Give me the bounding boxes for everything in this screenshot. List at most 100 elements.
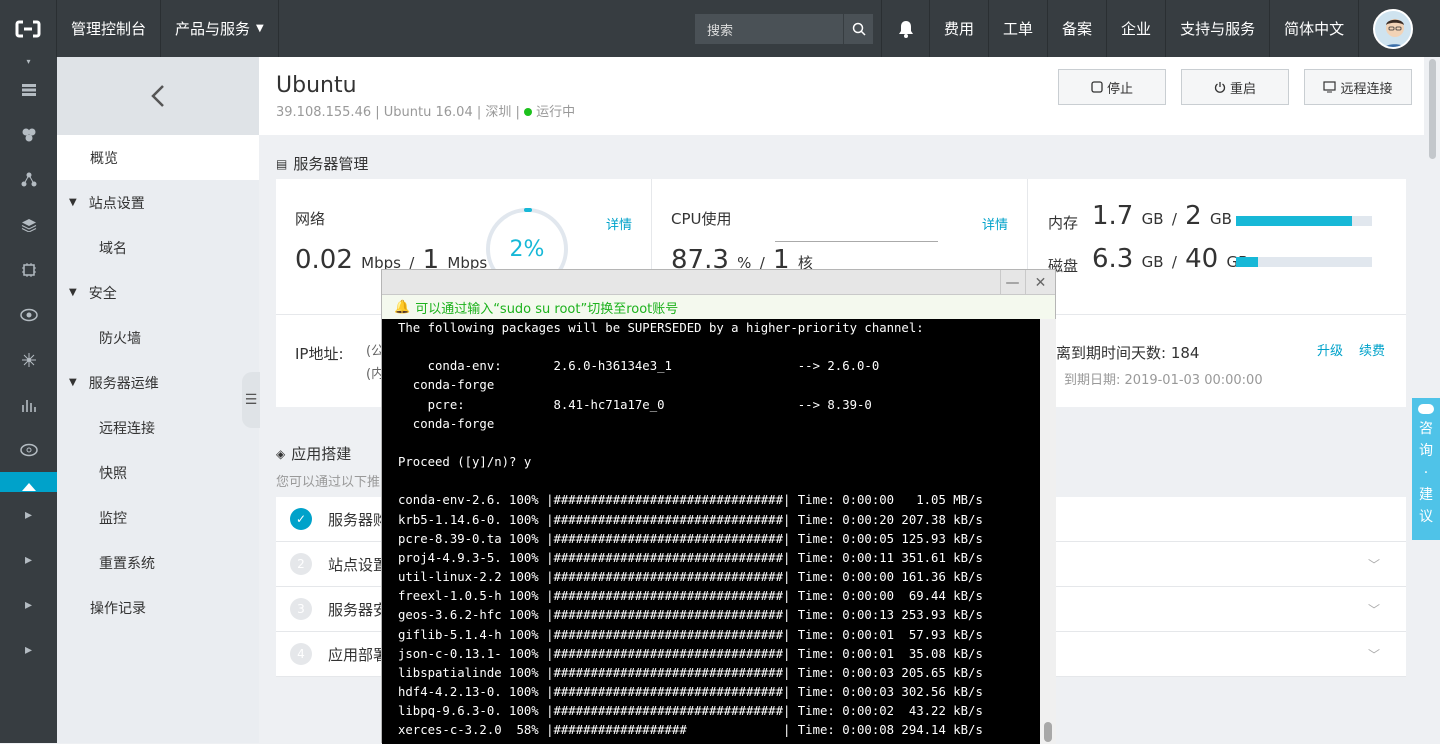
remote-label: 远程连接 — [1340, 81, 1393, 97]
close-icon[interactable]: ✕ — [1025, 270, 1055, 295]
expire-days-value: 184 — [1170, 344, 1200, 362]
disk-bar-fill — [1236, 257, 1258, 267]
ip-label: IP地址: — [295, 345, 344, 363]
search-input[interactable]: 搜索 — [695, 14, 873, 44]
remote-connect-button[interactable]: 远程连接 — [1304, 69, 1412, 105]
nav-filing[interactable]: 备案 — [1047, 0, 1106, 57]
sidebar-item-remote[interactable]: 远程连接 — [57, 405, 259, 450]
monitor-icon — [1323, 81, 1337, 93]
step-number: 2 — [290, 553, 312, 575]
top-right-nav: 费用 工单 备案 企业 支持与服务 简体中文 — [881, 0, 1427, 57]
cpu-sparkline — [775, 241, 938, 242]
upgrade-link[interactable]: 升级 — [1317, 340, 1343, 359]
expire-date-value: 2019-01-03 00:00:00 — [1124, 373, 1263, 388]
sidebar-item-label: 站点设置 — [88, 195, 145, 212]
sidebar-toggle-handle[interactable]: ☰ — [242, 372, 260, 428]
sidebar-item-firewall[interactable]: 防火墙 — [57, 315, 259, 360]
sidebar-item-reset[interactable]: 重置系统 — [57, 540, 259, 585]
terminal-scrollbar-thumb[interactable] — [1044, 722, 1052, 742]
collapse-menu-icon: ☰ — [244, 392, 258, 408]
lightsail-icon[interactable] — [0, 472, 57, 492]
hub-icon[interactable] — [0, 337, 57, 382]
sidebar-item-overview[interactable]: 概览 — [57, 135, 259, 180]
status-dot-icon — [524, 108, 533, 116]
sidebar-item-label: 域名 — [99, 240, 127, 257]
back-button[interactable] — [57, 57, 259, 135]
minimize-icon[interactable]: — — [1000, 270, 1024, 295]
root-tip-text: 可以通过输入“sudo su root”切换至root账号 — [415, 301, 679, 317]
step-number: 4 — [290, 643, 312, 665]
instance-header: Ubuntu 39.108.155.46 | Ubuntu 16.04 | 深圳… — [259, 57, 1424, 135]
terminal-scrollbar[interactable] — [1040, 319, 1056, 744]
nav-fees[interactable]: 费用 — [929, 0, 988, 57]
sidebar-item-label: 防火墙 — [99, 330, 141, 347]
consult-feedback-button[interactable]: 咨 询 · 建 议 — [1412, 398, 1440, 540]
sidebar-item-snapshot[interactable]: 快照 — [57, 450, 259, 495]
server-list-icon[interactable] — [0, 67, 57, 112]
bell-icon[interactable] — [881, 0, 929, 57]
disk-used: 6.3 — [1092, 244, 1134, 274]
nav-tickets[interactable]: 工单 — [988, 0, 1047, 57]
consult-char: 询 — [1419, 443, 1433, 459]
avatar[interactable] — [1373, 8, 1414, 49]
terminal-screen[interactable]: The following packages will be SUPERSEDE… — [382, 319, 1040, 744]
restart-button[interactable]: 重启 — [1181, 69, 1289, 105]
meta-sep: | — [476, 105, 482, 120]
chip-icon[interactable] — [0, 247, 57, 292]
monitor-eye-icon[interactable] — [0, 427, 57, 472]
triangle-down-icon: ▼ — [69, 197, 77, 208]
sidebar: 概览 ▼ 站点设置 域名 ▼ 安全 防火墙 ▼ 服务器运维 远程连接 快照 监控 重置… — [57, 57, 259, 743]
expand-arrow-icon[interactable]: ▸ — [0, 627, 57, 672]
disk-unit: GB — [1141, 253, 1164, 271]
sidebar-group-site[interactable]: ▼ 站点设置 — [57, 180, 259, 225]
step-label: 应用部署 — [328, 645, 389, 664]
chart-bars-icon[interactable] — [0, 382, 57, 427]
check-icon: ✓ — [290, 508, 312, 530]
disk-bar — [1236, 257, 1372, 267]
search-icon[interactable] — [843, 14, 873, 44]
step-label: 服务器购 — [328, 510, 389, 529]
products-label: 产品与服务 — [175, 20, 251, 38]
cluster-icon[interactable] — [0, 112, 57, 157]
aliyun-logo-icon[interactable] — [0, 0, 57, 57]
renew-link[interactable]: 续费 — [1359, 340, 1385, 359]
sidebar-item-oplog[interactable]: 操作记录 — [57, 585, 259, 630]
expire-days-label: 离到期时间天数: — [1056, 344, 1167, 362]
layers-icon[interactable] — [0, 202, 57, 247]
terminal-titlebar[interactable]: — ✕ — [382, 270, 1055, 295]
expand-arrow-icon[interactable]: ▸ — [0, 537, 57, 582]
memory-bar-fill — [1236, 216, 1352, 226]
sidebar-item-domain[interactable]: 域名 — [57, 225, 259, 270]
network-details-link[interactable]: 详情 — [606, 214, 632, 233]
network-topology-icon[interactable] — [0, 157, 57, 202]
avatar-wrap[interactable] — [1358, 0, 1427, 57]
nav-language[interactable]: 简体中文 — [1269, 0, 1358, 57]
stop-button[interactable]: 停止 — [1058, 69, 1166, 105]
nav-enterprise[interactable]: 企业 — [1106, 0, 1165, 57]
sidebar-item-label: 监控 — [99, 510, 127, 527]
step-label: 服务器安 — [328, 600, 389, 619]
sidebar-item-label: 安全 — [88, 285, 117, 302]
network-gauge-label: 2% — [509, 237, 545, 262]
sidebar-group-security[interactable]: ▼ 安全 — [57, 270, 259, 315]
products-menu[interactable]: 产品与服务 ▼ — [161, 0, 279, 57]
expand-arrow-icon[interactable]: ▸ — [0, 492, 57, 537]
scrollbar-thumb[interactable] — [1429, 59, 1436, 159]
sidebar-item-monitor[interactable]: 监控 — [57, 495, 259, 540]
console-link[interactable]: 管理控制台 — [57, 0, 162, 57]
restart-label: 重启 — [1229, 81, 1256, 97]
cpu-details-link[interactable]: 详情 — [982, 214, 1008, 233]
expand-arrow-icon[interactable]: ▸ — [0, 582, 57, 627]
eye-icon[interactable] — [0, 292, 57, 337]
nav-support[interactable]: 支持与服务 — [1165, 0, 1269, 57]
triangle-down-icon: ▼ — [69, 287, 77, 298]
memory-total: 2 — [1185, 201, 1202, 231]
sidebar-group-ops[interactable]: ▼ 服务器运维 — [57, 360, 259, 405]
triangle-down-icon: ▼ — [69, 377, 77, 388]
remote-terminal-window[interactable]: — ✕ 🔔 可以通过输入“sudo su root”切换至root账号 The f… — [381, 269, 1056, 744]
disk-total: 40 — [1185, 244, 1219, 274]
collapse-arrow-icon[interactable]: ▾ — [0, 57, 57, 67]
app-build-label: 应用搭建 — [291, 445, 352, 463]
search-placeholder: 搜索 — [707, 23, 734, 39]
step-label: 站点设置 — [328, 555, 389, 574]
